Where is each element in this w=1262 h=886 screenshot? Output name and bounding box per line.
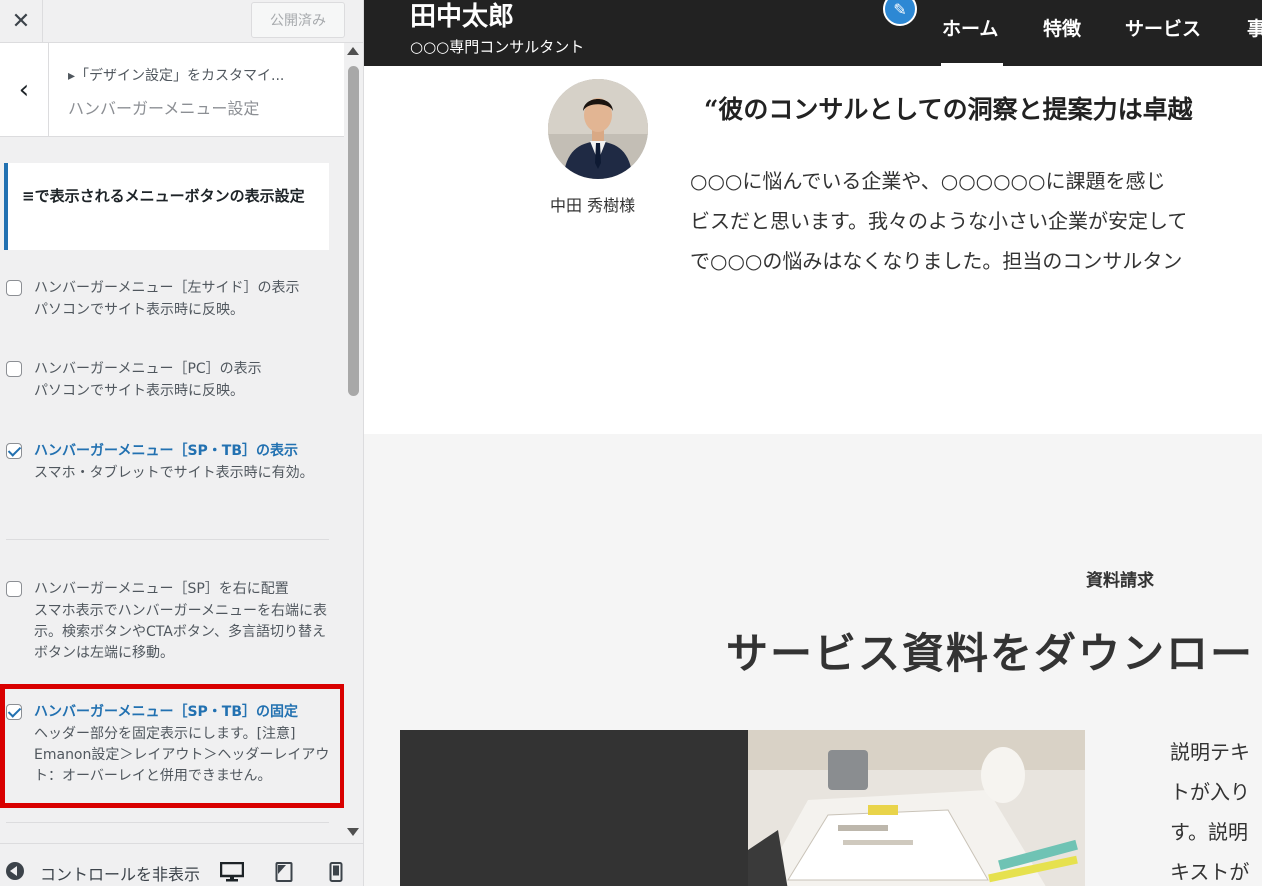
divider: [6, 539, 329, 540]
nav-item-services[interactable]: サービス: [1125, 14, 1201, 41]
option-label: ハンバーガーメニュー［SP・TB］の表示: [34, 443, 299, 459]
site-preview: 田中太郎 ○○○専門コンサルタント ✎ ホーム 特徴 サービス 事 中田 秀樹様…: [364, 0, 1262, 886]
edit-pencil-icon[interactable]: ✎: [883, 0, 917, 26]
testimonial-section: 中田 秀樹様 “彼のコンサルとしての洞察と提案力は卓越 ○○○に悩んでいる企業や…: [364, 66, 1262, 434]
option-description: スマホ・タブレットでサイト表示時に有効。: [34, 465, 314, 481]
tablet-icon[interactable]: [275, 862, 293, 882]
testimonial-line: ○○○に悩んでいる企業や、○○○○○○に課題を感じ: [690, 169, 1166, 193]
divider: [6, 822, 329, 823]
scrollbar-thumb[interactable]: [348, 66, 359, 396]
option-label: ハンバーガーメニュー［SP］を右に配置: [34, 581, 289, 597]
testimonial-quote-title: “彼のコンサルとしての洞察と提案力は卓越: [704, 95, 1193, 124]
panel-header: ‹ ▸「デザイン設定」をカスタマイ... ハンバーガーメニュー設定: [0, 43, 344, 137]
collapse-label[interactable]: コントロールを非表示: [40, 861, 200, 885]
nav-item-features[interactable]: 特徴: [1043, 14, 1081, 41]
testimonial-line: ビスだと思います。我々のような小さい企業が安定して: [690, 209, 1188, 233]
checkbox[interactable]: [6, 361, 22, 377]
scroll-down-arrow-icon[interactable]: [347, 828, 359, 836]
scroll-up-arrow-icon[interactable]: [347, 47, 359, 55]
option-pc: ハンバーガーメニュー［PC］の表示 パソコンでサイト表示時に反映。: [6, 359, 336, 409]
option-label: ハンバーガーメニュー［PC］の表示: [34, 361, 262, 377]
customizer-sidebar: ✕ 公開済み ‹ ▸「デザイン設定」をカスタマイ... ハンバーガーメニュー設定…: [0, 0, 364, 886]
description-line: トが入り: [1170, 780, 1250, 804]
desk-photo: [748, 730, 1085, 886]
nav-item-more[interactable]: 事: [1247, 14, 1262, 41]
download-section: 資料請求 サービス資料をダウンロー 説明テキ トが入り す。説明 キストが: [364, 434, 1262, 886]
site-header: 田中太郎 ○○○専門コンサルタント ✎ ホーム 特徴 サービス 事: [364, 0, 1262, 66]
nav-item-home[interactable]: ホーム: [942, 14, 998, 41]
section-heading: ≡で表示されるメニューボタンの表示設定: [22, 187, 305, 205]
testimonial-line: で○○○の悩みはなくなりました。担当のコンサルタン: [690, 249, 1183, 273]
desktop-icon[interactable]: [220, 862, 244, 882]
avatar: [548, 79, 648, 179]
dark-block: [400, 730, 748, 886]
person-photo-icon: [548, 79, 648, 179]
section-heading-box: ≡で表示されるメニューボタンの表示設定: [4, 163, 329, 250]
download-description: 説明テキ トが入り す。説明 キストが: [1170, 732, 1262, 886]
breadcrumb: ▸「デザイン設定」をカスタマイ...: [68, 68, 285, 84]
section-heading: サービス資料をダウンロー: [726, 629, 1255, 678]
option-left-side: ハンバーガーメニュー［左サイド］の表示 パソコンでサイト表示時に反映。: [6, 278, 336, 328]
panel-title: ハンバーガーメニュー設定: [68, 99, 260, 118]
description-line: キストが: [1170, 860, 1250, 884]
description-line: 説明テキ: [1170, 740, 1250, 764]
checkbox[interactable]: [6, 280, 22, 296]
checkbox[interactable]: [6, 581, 22, 597]
option-sp-right: ハンバーガーメニュー［SP］を右に配置 スマホ表示でハンバーガーメニューを右端に…: [6, 579, 336, 669]
back-chevron-icon[interactable]: ‹: [0, 43, 49, 136]
desk-photo-icon: [748, 730, 1085, 886]
option-description: パソコンでサイト表示時に反映。: [34, 302, 244, 318]
highlight-frame: [0, 684, 345, 808]
description-line: す。説明: [1170, 820, 1248, 844]
section-eyebrow: 資料請求: [1086, 571, 1154, 591]
option-label: ハンバーガーメニュー［左サイド］の表示: [34, 280, 300, 296]
testimonial-body: ○○○に悩んでいる企業や、○○○○○○に課題を感じ ビスだと思います。我々のよう…: [690, 161, 1262, 281]
customizer-footer: コントロールを非表示: [0, 843, 363, 886]
option-description: スマホ表示でハンバーガーメニューを右端に表示。検索ボタンやCTAボタン、多言語切…: [34, 603, 328, 661]
option-sp-tb-display: ハンバーガーメニュー［SP・TB］の表示 スマホ・タブレットでサイト表示時に有効…: [6, 441, 336, 511]
site-tagline: ○○○専門コンサルタント: [410, 38, 585, 56]
mobile-icon[interactable]: [329, 862, 343, 882]
testimonial-person-name: 中田 秀樹様: [550, 196, 636, 215]
site-name[interactable]: 田中太郎: [410, 0, 514, 33]
option-description: パソコンでサイト表示時に反映。: [34, 383, 244, 399]
collapse-icon[interactable]: [6, 862, 24, 880]
checkbox-checked[interactable]: [6, 443, 22, 459]
publish-button[interactable]: 公開済み: [251, 2, 345, 38]
customizer-topbar: ✕ 公開済み: [0, 0, 363, 43]
close-icon[interactable]: ✕: [0, 0, 43, 42]
